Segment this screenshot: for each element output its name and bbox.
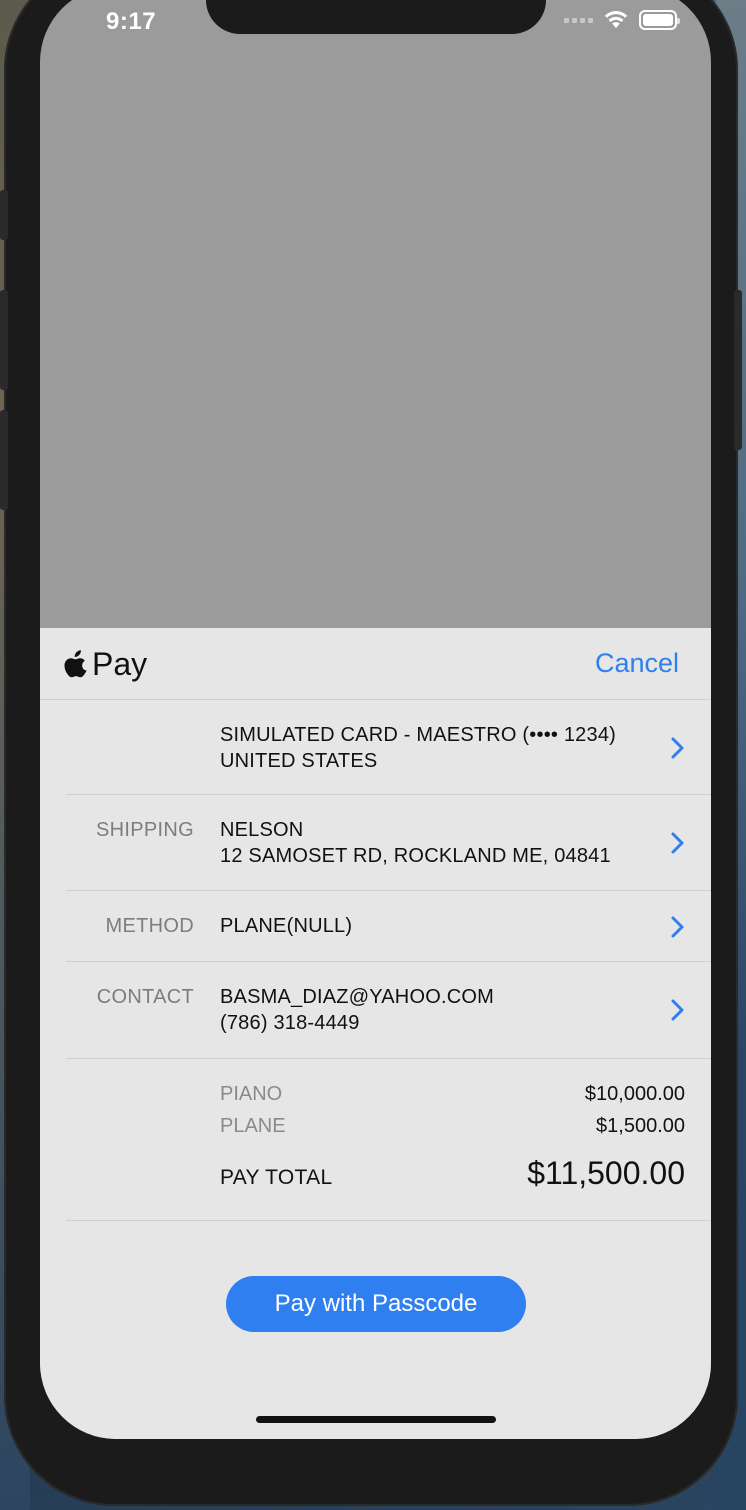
phone-screen: 9:17 Pay Cancel SIMULATED CARD - MAESTRO… [40,0,711,1439]
shipping-details: NELSON 12 SAMOSET RD, ROCKLAND ME, 04841 [220,817,611,869]
chevron-right-icon [671,737,684,759]
status-time: 9:17 [106,8,157,35]
cellular-signal-icon [564,17,593,23]
power-button [734,290,742,450]
line-item-amount: $10,000.00 [584,1083,685,1105]
card-country: UNITED STATES [220,750,378,772]
contact-details: BASMA_DIAZ@YAHOO.COM (786) 318-4449 [220,984,494,1036]
sheet-header: Pay Cancel [40,628,711,700]
volume-down-button [0,410,8,510]
line-item-name: PIANO [220,1083,283,1105]
order-summary: PIANO $10,000.00 PLANE $1,500.00 PAY TOT… [66,1059,711,1221]
pay-total-row: PAY TOTAL $11,500.00 [220,1155,685,1192]
shipping-row[interactable]: SHIPPING NELSON 12 SAMOSET RD, ROCKLAND … [66,795,711,891]
line-item: PLANE $1,500.00 [220,1115,685,1138]
battery-icon [639,10,680,30]
shipping-name: NELSON [220,819,304,841]
card-name: SIMULATED CARD - MAESTRO (•••• 1234) [220,724,617,746]
status-icons [564,10,680,30]
chevron-right-icon [671,832,684,854]
volume-up-button [0,290,8,390]
chevron-right-icon [671,916,684,938]
card-details: SIMULATED CARD - MAESTRO (•••• 1234) UNI… [220,722,616,774]
method-value: PLANE(NULL) [220,915,353,937]
pay-with-passcode-button[interactable]: Pay with Passcode [226,1276,526,1332]
chevron-right-icon [671,999,684,1021]
contact-label: CONTACT [96,986,194,1008]
line-item: PIANO $10,000.00 [220,1083,685,1106]
shipping-address: 12 SAMOSET RD, ROCKLAND ME, 04841 [220,845,611,867]
contact-row[interactable]: CONTACT BASMA_DIAZ@YAHOO.COM (786) 318-4… [66,962,711,1059]
shipping-method-row[interactable]: METHOD PLANE(NULL) [66,891,711,962]
wifi-icon [603,10,629,30]
cancel-button[interactable]: Cancel [595,648,679,679]
method-label: METHOD [105,915,194,937]
pay-total-label: PAY TOTAL [220,1166,333,1189]
apple-pay-wordmark: Pay [92,646,148,682]
home-indicator[interactable] [256,1416,496,1423]
apple-pay-logo: Pay [64,646,147,683]
line-item-name: PLANE [220,1115,286,1137]
mute-switch [0,190,8,240]
apple-logo-icon [64,650,87,678]
notch [206,0,546,34]
apple-pay-sheet: Pay Cancel SIMULATED CARD - MAESTRO (•••… [40,628,711,1439]
pay-total-amount: $11,500.00 [527,1155,685,1191]
payment-card-row[interactable]: SIMULATED CARD - MAESTRO (•••• 1234) UNI… [66,700,711,795]
contact-email: BASMA_DIAZ@YAHOO.COM [220,986,494,1008]
shipping-label: SHIPPING [96,819,194,841]
iphone-device-frame: 9:17 Pay Cancel SIMULATED CARD - MAESTRO… [0,0,742,1506]
line-item-amount: $1,500.00 [596,1115,685,1137]
contact-phone: (786) 318-4449 [220,1012,360,1034]
